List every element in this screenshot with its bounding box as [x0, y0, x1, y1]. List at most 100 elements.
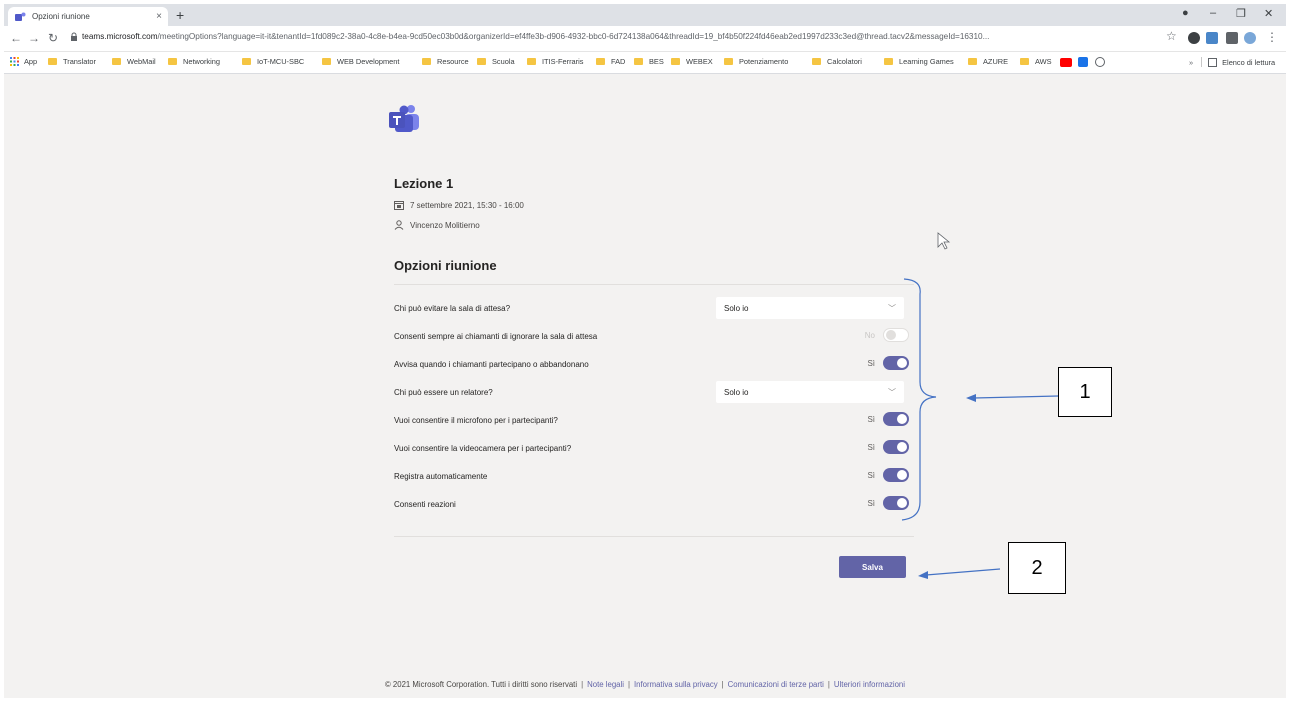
option-microphone: Vuoi consentire il microfono per i parte… [394, 410, 909, 430]
bookmark-label: BES [649, 57, 664, 66]
bookmark-folder[interactable]: WEB Development [322, 57, 399, 66]
bookmark-apps[interactable]: App [10, 57, 37, 66]
toggle-switch[interactable] [883, 412, 909, 426]
folder-icon [968, 58, 977, 65]
dropdown-value: Solo io [724, 387, 749, 397]
legal-link[interactable]: Note legali [587, 680, 624, 689]
bookmark-label: ITIS-Ferraris [542, 57, 584, 66]
bookmark-folder[interactable]: Learning Games [884, 57, 954, 66]
folder-icon [322, 58, 331, 65]
url-path: /meetingOptions?language=it-it&tenantId=… [157, 32, 990, 41]
puzzle-icon[interactable] [1226, 32, 1238, 44]
privacy-link[interactable]: Informativa sulla privacy [634, 680, 718, 689]
apps-grid-icon [10, 57, 19, 66]
toggle-knob [897, 442, 907, 452]
footer-separator: | [627, 680, 630, 689]
toggle-switch[interactable] [883, 440, 909, 454]
arrowhead-2 [918, 571, 928, 579]
lobby-bypass-dropdown[interactable]: Solo io ﹀ [716, 297, 904, 319]
autorecord-toggle[interactable]: Sì [867, 468, 909, 482]
bookmark-label: Calcolatori [827, 57, 862, 66]
bookmark-folder[interactable]: Translator [48, 57, 96, 66]
toggle-knob [897, 358, 907, 368]
callout-box-2: 2 [1008, 542, 1066, 594]
meeting-title: Lezione 1 [394, 176, 454, 191]
more-info-link[interactable]: Ulteriori informazioni [834, 680, 905, 689]
folder-icon [1020, 58, 1029, 65]
speed-icon[interactable] [1095, 57, 1105, 67]
extension-icon[interactable] [1188, 32, 1200, 44]
divider [394, 536, 914, 537]
bookmark-label: App [24, 57, 38, 66]
bookmark-label: Translator [63, 57, 96, 66]
calendar-app-icon[interactable] [1078, 57, 1088, 67]
toggle-switch[interactable] [883, 468, 909, 482]
folder-icon [168, 58, 177, 65]
bookmark-folder[interactable]: BES [634, 57, 664, 66]
tab-close-icon[interactable]: × [156, 11, 162, 22]
new-tab-button[interactable]: + [176, 7, 184, 23]
close-window-icon[interactable]: ✕ [1264, 7, 1273, 20]
bookmark-folder[interactable]: WEBEX [671, 57, 713, 66]
lock-icon[interactable] [70, 32, 78, 42]
bookmark-folder[interactable]: ITIS-Ferraris [527, 57, 583, 66]
meeting-datetime: 7 settembre 2021, 15:30 - 16:00 [394, 200, 524, 210]
callout-box-1: 1 [1058, 367, 1112, 417]
third-party-link[interactable]: Comunicazioni di terze parti [728, 680, 824, 689]
bookmark-label: AWS [1035, 57, 1052, 66]
avatar[interactable] [1244, 32, 1256, 44]
presenter-dropdown[interactable]: Solo io ﹀ [716, 381, 904, 403]
reload-icon[interactable]: ↻ [48, 31, 58, 45]
announce-toggle[interactable]: Sì [867, 356, 909, 370]
folder-icon [422, 58, 431, 65]
toggle-knob [886, 330, 896, 340]
microphone-toggle[interactable]: Sì [867, 412, 909, 426]
toggle-switch[interactable] [883, 328, 909, 342]
bookmark-folder[interactable]: Potenziamento [724, 57, 788, 66]
folder-icon [724, 58, 733, 65]
restore-icon[interactable]: ❐ [1236, 7, 1246, 20]
bookmark-folder[interactable]: AZURE [968, 57, 1008, 66]
toggle-switch[interactable] [883, 356, 909, 370]
bookmark-label: Learning Games [899, 57, 954, 66]
bookmark-label: WebMail [127, 57, 156, 66]
bookmark-label: Potenziamento [739, 57, 789, 66]
callers-bypass-toggle[interactable]: No [865, 328, 909, 342]
bookmark-folder[interactable]: FAD [596, 57, 625, 66]
option-reactions: Consenti reazioni Sì [394, 494, 909, 514]
tab-bar: Opzioni riunione × + ● – ❐ ✕ [4, 4, 1286, 26]
bookmark-folder[interactable]: Resource [422, 57, 469, 66]
star-icon[interactable]: ☆ [1166, 29, 1177, 43]
camera-toggle[interactable]: Sì [867, 440, 909, 454]
teams-logo-icon [389, 105, 419, 132]
option-label: Consenti reazioni [394, 499, 456, 509]
profile-dot-icon[interactable]: ● [1182, 7, 1189, 19]
forward-icon[interactable]: → [28, 31, 40, 45]
folder-icon [884, 58, 893, 65]
bookmark-folder[interactable]: Calcolatori [812, 57, 862, 66]
toggle-switch[interactable] [883, 496, 909, 510]
save-button[interactable]: Salva [839, 556, 906, 578]
option-callers-bypass: Consenti sempre ai chiamanti di ignorare… [394, 326, 909, 346]
tab-meeting-options[interactable]: Opzioni riunione × [8, 7, 168, 26]
option-autorecord: Registra automaticamente Sì [394, 466, 909, 486]
reading-list[interactable]: » Elenco di lettura [1189, 57, 1275, 67]
cursor-icon [937, 232, 951, 250]
bookmark-folder[interactable]: Scuola [477, 57, 515, 66]
back-icon[interactable]: ← [10, 31, 22, 45]
bookmark-folder[interactable]: IoT-MCU-SBC [242, 57, 304, 66]
url-field[interactable]: teams.microsoft.com/meetingOptions?langu… [82, 32, 1157, 41]
option-label: Vuoi consentire la videocamera per i par… [394, 443, 572, 453]
toggle-state: Sì [867, 414, 875, 424]
youtube-icon[interactable] [1060, 58, 1072, 67]
menu-icon[interactable]: ⋮ [1266, 30, 1278, 44]
bookmark-folder[interactable]: Networking [168, 57, 220, 66]
arrow-line-2 [925, 568, 1001, 576]
extension-icon[interactable] [1206, 32, 1218, 44]
bookmark-folder[interactable]: AWS [1020, 57, 1052, 66]
more-bookmarks-icon[interactable]: » [1189, 58, 1193, 67]
bookmark-folder[interactable]: WebMail [112, 57, 156, 66]
reactions-toggle[interactable]: Sì [867, 496, 909, 510]
folder-icon [477, 58, 486, 65]
minimize-icon[interactable]: – [1210, 7, 1216, 19]
